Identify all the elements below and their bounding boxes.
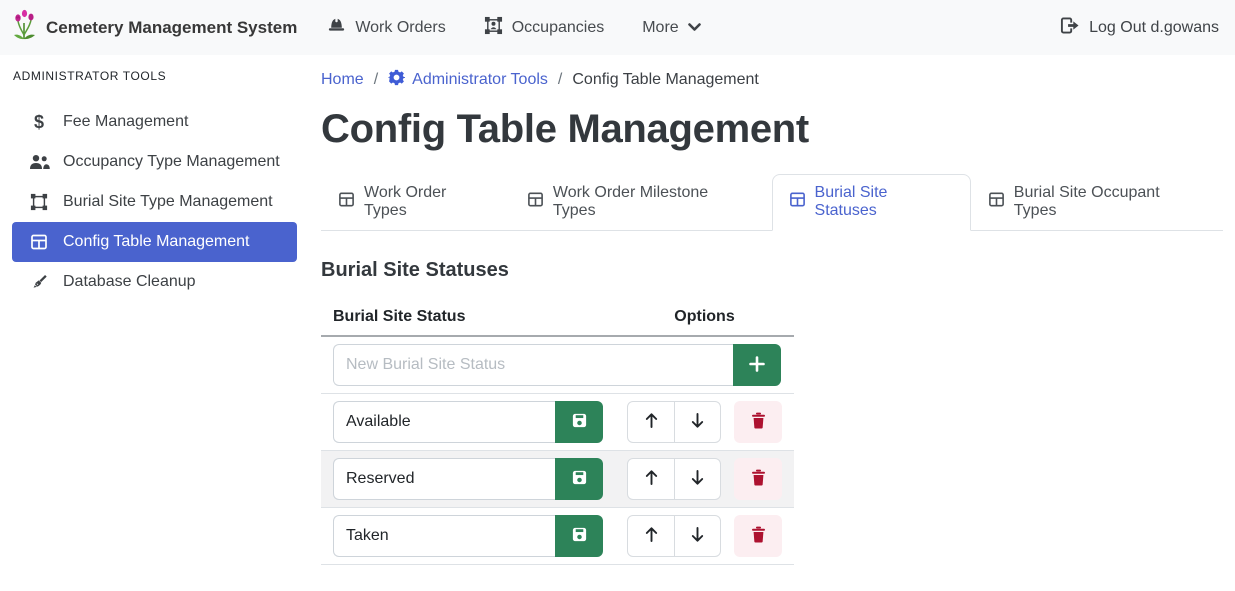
sidebar-item-label: Config Table Management [63,233,250,251]
move-up-button[interactable] [628,516,674,556]
sidebar-header: ADMINISTRATOR TOOLS [13,69,297,83]
move-down-button[interactable] [674,402,720,442]
occupancy-frame-icon [484,16,503,40]
nav-work-orders[interactable]: Work Orders [327,16,445,39]
chevron-down-icon [688,19,701,37]
tab-burial-site-occupant-types[interactable]: Burial Site Occupant Types [971,174,1223,231]
status-row-available [321,394,794,451]
breadcrumb-current: Config Table Management [572,71,759,89]
gear-icon [388,69,405,91]
add-status-button[interactable] [733,344,781,386]
column-header-burial-site-status: Burial Site Status [321,299,615,336]
table-icon [527,191,544,213]
tulips-logo-icon [12,9,38,46]
tab-label: Work Order Types [364,184,493,220]
plus-icon [749,356,765,375]
tab-label: Burial Site Statuses [815,184,954,220]
config-table: Burial Site Status Options [321,299,794,565]
hard-hat-icon [327,16,346,39]
move-down-button[interactable] [674,459,720,499]
column-header-options: Options [615,299,794,336]
breadcrumb-admin-tools-link[interactable]: Administrator Tools [388,69,548,91]
page-title: Config Table Management [321,107,1223,152]
nav-more[interactable]: More [642,19,700,37]
status-row-reserved [321,451,794,508]
sidebar-item-config-table-management[interactable]: Config Table Management [12,222,297,262]
nav-occupancies[interactable]: Occupancies [484,16,605,40]
new-status-row [321,336,794,394]
sidebar-item-burial-site-type-management[interactable]: Burial Site Type Management [12,182,297,222]
breadcrumb-separator: / [558,71,562,89]
table-icon [988,191,1005,213]
arrow-up-icon [644,526,659,546]
arrow-down-icon [690,469,705,489]
trash-icon [751,469,766,489]
sidebar: ADMINISTRATOR TOOLS $ Fee Management Occ… [0,55,310,591]
trash-icon [751,526,766,546]
breadcrumb-separator: / [374,71,378,89]
breadcrumb-home-label: Home [321,71,364,89]
delete-status-button[interactable] [734,515,782,557]
tab-bar: Work Order Types Work Order Milestone Ty… [321,174,1223,231]
users-icon [28,154,50,170]
nav-occupancies-label: Occupancies [512,19,605,37]
section-heading: Burial Site Statuses [321,259,1223,282]
breadcrumb: Home / Administrator Tools / Config Tabl… [321,69,1223,91]
tab-work-order-milestone-types[interactable]: Work Order Milestone Types [510,174,772,231]
app-title: Cemetery Management System [46,18,297,38]
sidebar-item-label: Database Cleanup [63,273,196,291]
logout-icon [1059,16,1080,40]
save-status-button[interactable] [555,515,603,557]
save-icon [571,469,588,489]
move-down-button[interactable] [674,516,720,556]
sidebar-item-label: Occupancy Type Management [63,153,280,171]
tab-work-order-types[interactable]: Work Order Types [321,174,510,231]
arrow-up-icon [644,412,659,432]
main-content: Home / Administrator Tools / Config Tabl… [310,55,1235,591]
trash-icon [751,412,766,432]
delete-status-button[interactable] [734,401,782,443]
save-icon [571,412,588,432]
logout-label: Log Out d.gowans [1089,19,1219,37]
brand[interactable]: Cemetery Management System [12,9,297,46]
arrow-down-icon [690,412,705,432]
sidebar-item-fee-management[interactable]: $ Fee Management [12,102,297,142]
reorder-group [627,401,721,443]
broom-icon [28,273,50,291]
table-icon [338,191,355,213]
sidebar-item-database-cleanup[interactable]: Database Cleanup [12,262,297,302]
sidebar-item-occupancy-type-management[interactable]: Occupancy Type Management [12,142,297,182]
tab-label: Work Order Milestone Types [553,184,755,220]
table-icon [789,191,806,213]
vector-square-icon [28,193,50,211]
status-row-taken [321,508,794,565]
new-status-input[interactable] [333,344,733,386]
breadcrumb-home-link[interactable]: Home [321,71,364,89]
status-input[interactable] [333,515,555,557]
sidebar-item-label: Fee Management [63,113,188,131]
top-navbar: Cemetery Management System Work Orders [0,0,1235,55]
logout-button[interactable]: Log Out d.gowans [1059,16,1219,40]
move-up-button[interactable] [628,402,674,442]
table-icon [28,233,50,251]
arrow-down-icon [690,526,705,546]
tab-label: Burial Site Occupant Types [1014,184,1206,220]
move-up-button[interactable] [628,459,674,499]
save-icon [571,526,588,546]
sidebar-item-label: Burial Site Type Management [63,193,273,211]
breadcrumb-admin-tools-label: Administrator Tools [412,71,548,89]
save-status-button[interactable] [555,401,603,443]
reorder-group [627,458,721,500]
dollar-icon: $ [28,112,50,133]
tab-burial-site-statuses[interactable]: Burial Site Statuses [772,174,971,231]
nav-more-label: More [642,19,678,37]
status-input[interactable] [333,458,555,500]
nav-work-orders-label: Work Orders [355,19,445,37]
save-status-button[interactable] [555,458,603,500]
delete-status-button[interactable] [734,458,782,500]
status-input[interactable] [333,401,555,443]
arrow-up-icon [644,469,659,489]
reorder-group [627,515,721,557]
